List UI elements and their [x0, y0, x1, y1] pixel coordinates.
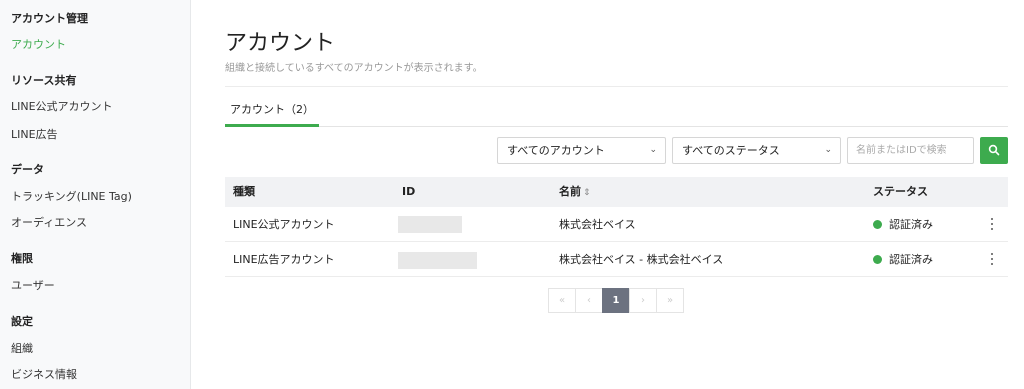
sidebar-item-line-ads[interactable]: LINE広告	[11, 126, 58, 142]
sidebar-item-organization[interactable]: 組織	[11, 340, 33, 356]
sidebar: アカウント管理 アカウント リソース共有 LINE公式アカウント LINE広告 …	[0, 0, 191, 389]
search-icon	[988, 144, 1000, 156]
page-next-button[interactable]: ›	[629, 288, 657, 313]
sidebar-item-line-official-account[interactable]: LINE公式アカウント	[11, 98, 113, 114]
account-type-select-value: すべてのアカウント	[507, 144, 605, 157]
sidebar-group-settings: 設定	[11, 315, 33, 328]
page-current-button[interactable]: 1	[602, 288, 630, 313]
status-select[interactable]: すべてのステータス ⌄	[672, 137, 841, 164]
cell-name: 株式会社ベイス - 株式会社ベイス	[559, 253, 724, 266]
column-header-name-label: 名前	[559, 185, 581, 198]
table-row[interactable]: LINE広告アカウント 株式会社ベイス - 株式会社ベイス 認証済み	[225, 242, 1008, 277]
kebab-menu-icon[interactable]	[988, 253, 996, 267]
cell-status: 認証済み	[889, 253, 933, 266]
column-header-id: ID	[402, 185, 416, 198]
sidebar-item-users[interactable]: ユーザー	[11, 277, 55, 293]
tab-accounts[interactable]: アカウント（2）	[225, 97, 319, 127]
table-header: 種類 ID 名前 ⇕ ステータス	[225, 177, 1008, 207]
sidebar-group-resource-sharing: リソース共有	[11, 74, 77, 87]
sidebar-group-permissions: 権限	[11, 252, 33, 265]
cell-type: LINE広告アカウント	[233, 253, 335, 266]
status-select-value: すべてのステータス	[682, 144, 780, 157]
status-dot-icon	[873, 220, 882, 229]
main-content: アカウント 組織と接続しているすべてのアカウントが表示されます。 アカウント（2…	[191, 0, 1024, 389]
page-last-button[interactable]: »	[656, 288, 684, 313]
cell-name: 株式会社ベイス	[559, 218, 636, 231]
tab-active-indicator	[225, 124, 319, 127]
sidebar-group-account-management: アカウント管理	[11, 12, 88, 25]
cell-type: LINE公式アカウント	[233, 218, 335, 231]
table-row[interactable]: LINE公式アカウント 株式会社ベイス 認証済み	[225, 207, 1008, 242]
sidebar-group-data: データ	[11, 163, 44, 176]
page-prev-button[interactable]: ‹	[575, 288, 603, 313]
sidebar-item-business-info[interactable]: ビジネス情報	[11, 366, 77, 382]
sidebar-item-tracking[interactable]: トラッキング(LINE Tag)	[11, 188, 132, 204]
masked-id	[398, 252, 477, 269]
status-dot-icon	[873, 255, 882, 264]
search-button[interactable]	[980, 137, 1008, 164]
divider	[225, 86, 1008, 87]
page-first-button[interactable]: «	[548, 288, 576, 313]
account-type-select[interactable]: すべてのアカウント ⌄	[497, 137, 666, 164]
sidebar-item-account[interactable]: アカウント	[11, 36, 66, 52]
sort-icon: ⇕	[583, 188, 591, 198]
page-title: アカウント	[225, 31, 336, 56]
search-input[interactable]	[847, 137, 974, 164]
masked-id	[398, 216, 462, 233]
pagination: « ‹ 1 › »	[548, 288, 684, 313]
cell-status: 認証済み	[889, 218, 933, 231]
tabs-divider	[225, 126, 1008, 127]
column-header-name[interactable]: 名前 ⇕	[559, 177, 591, 208]
page-subtitle: 組織と接続しているすべてのアカウントが表示されます。	[225, 63, 483, 74]
sidebar-item-audience[interactable]: オーディエンス	[11, 214, 87, 230]
column-header-type: 種類	[233, 185, 255, 198]
kebab-menu-icon[interactable]	[988, 218, 996, 232]
chevron-down-icon: ⌄	[649, 145, 657, 155]
column-header-status: ステータス	[873, 185, 928, 198]
chevron-down-icon: ⌄	[824, 145, 832, 155]
